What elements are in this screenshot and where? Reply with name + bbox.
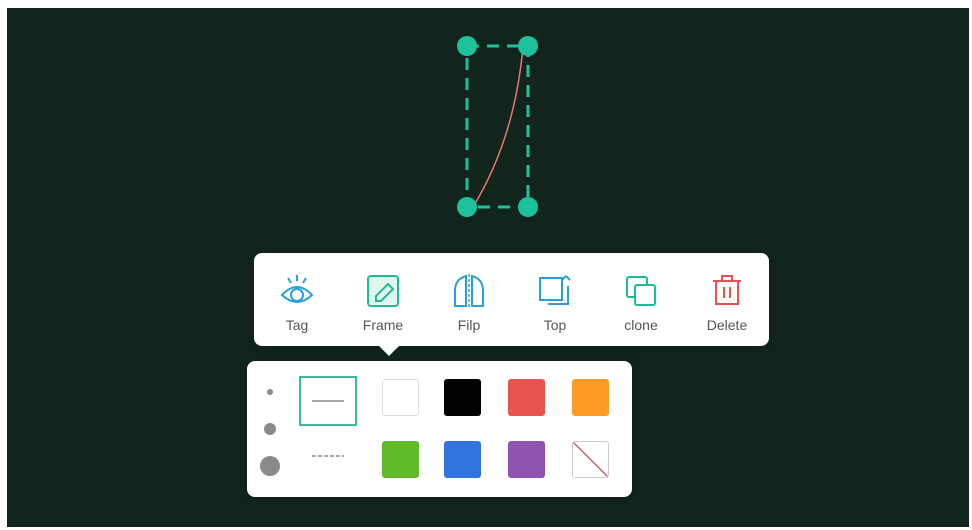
size-large-option[interactable] [260,456,280,476]
delete-button[interactable]: Delete [684,253,770,346]
no-color-icon [573,442,608,477]
size-medium-option[interactable] [264,423,276,435]
color-swatch-orange[interactable] [572,379,609,416]
style-panel [247,361,632,497]
context-toolbar: Tag Frame Filp Top clone Delete [254,253,769,346]
flip-icon [449,271,489,311]
color-swatch-purple[interactable] [508,441,545,478]
size-small-option[interactable] [267,389,273,395]
tag-button[interactable]: Tag [254,253,340,346]
frame-pencil-icon [363,271,403,311]
resize-handle-bottom-left[interactable] [457,197,477,217]
top-label: Top [543,317,567,333]
tag-label: Tag [285,317,309,333]
color-swatch-black[interactable] [444,379,481,416]
toolbar-pointer [378,345,400,356]
flip-label: Filp [457,317,481,333]
clone-button[interactable]: clone [598,253,684,346]
bring-to-top-icon [535,271,575,311]
line-style-solid[interactable] [299,376,357,426]
whiteboard-canvas[interactable]: Tag Frame Filp Top clone Delete [7,8,969,527]
color-swatch-blue[interactable] [444,441,481,478]
color-swatch-red[interactable] [508,379,545,416]
line-style-dashed[interactable] [299,439,357,489]
color-swatch-none[interactable] [572,441,609,478]
color-swatch-white[interactable] [382,379,419,416]
selection-box [465,44,530,209]
flip-button[interactable]: Filp [426,253,512,346]
delete-label: Delete [706,317,748,333]
solid-line-icon [312,400,344,402]
drawn-stroke[interactable] [472,45,524,208]
resize-handle-top-left[interactable] [457,36,477,56]
eye-icon [277,271,317,311]
dashed-line-icon [312,455,344,457]
clone-icon [621,271,661,311]
trash-icon [707,271,747,311]
frame-label: Frame [362,317,404,333]
resize-handle-bottom-right[interactable] [518,197,538,217]
resize-handle-top-right[interactable] [518,36,538,56]
frame-button[interactable]: Frame [340,253,426,346]
top-button[interactable]: Top [512,253,598,346]
color-swatch-green[interactable] [382,441,419,478]
clone-label: clone [624,317,658,333]
